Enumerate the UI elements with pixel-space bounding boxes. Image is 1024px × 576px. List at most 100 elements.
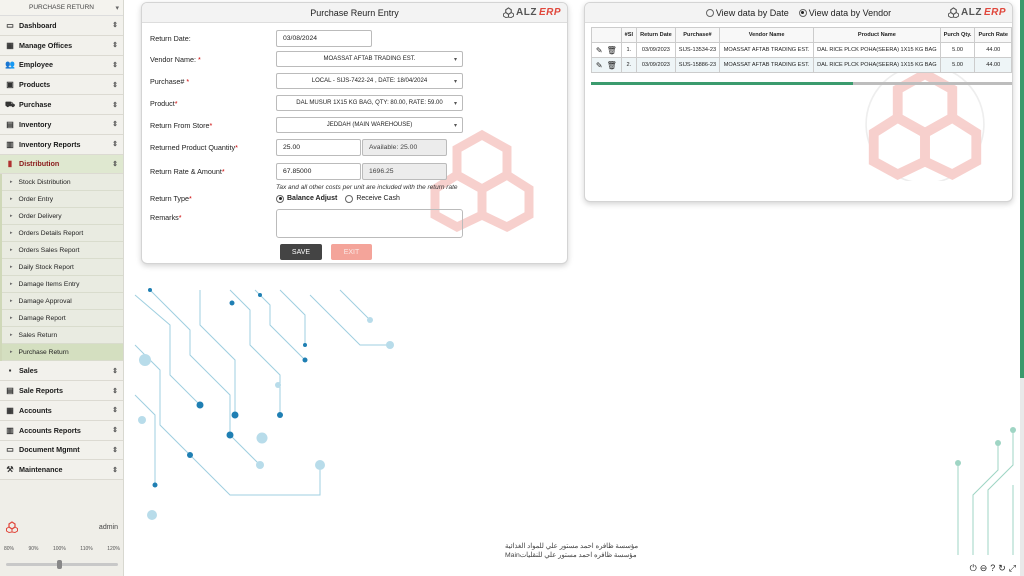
document-icon: ▭: [6, 445, 14, 455]
sidebar-item-inventory[interactable]: ▤ Inventory ⇕: [0, 114, 123, 135]
return-date-input[interactable]: 03/08/2024: [276, 30, 372, 47]
submenu-item-damage-approval[interactable]: ▸ Damage Approval: [2, 293, 123, 311]
table-cell: 5.00: [939, 57, 976, 73]
expand-icon: ⇕: [112, 42, 118, 50]
cart-icon: ▪: [8, 366, 12, 376]
column-header[interactable]: #Sl: [620, 27, 638, 43]
zoom-level-label[interactable]: 120%: [107, 546, 120, 552]
column-header[interactable]: Purch Rate: [974, 27, 1012, 43]
zoom-slider-handle[interactable]: [57, 560, 62, 569]
view-by-vendor-label: View data by Vendor: [808, 7, 892, 18]
view-by-vendor-radio[interactable]: View data by Vendor: [798, 7, 892, 18]
edit-icon[interactable]: ✎: [596, 46, 603, 55]
exit-button[interactable]: EXIT: [331, 244, 372, 260]
vendor-select[interactable]: MOASSAT AFTAB TRADING EST. ▾: [276, 51, 463, 67]
sidebar-item-products[interactable]: ▣ Products ⇕: [0, 75, 123, 96]
store-value: JEDDAH (MAIN WAREHOUSE): [326, 122, 413, 128]
sidebar-item-sales[interactable]: ▪ Sales ⇕: [0, 361, 123, 382]
edit-icon[interactable]: ✎: [596, 61, 603, 70]
trash-icon[interactable]: 🗑: [607, 61, 617, 70]
table-cell: 44.00: [974, 57, 1012, 73]
submenu-item-order-delivery[interactable]: ▸ Order Delivery: [2, 208, 123, 226]
store-select[interactable]: JEDDAH (MAIN WAREHOUSE) ▾: [276, 117, 463, 133]
submenu-item-stock-distribution[interactable]: ▸ Stock Distribution: [2, 174, 123, 192]
sidebar-item-label: Maintenance: [19, 465, 63, 475]
zoom-level-label[interactable]: 100%: [53, 546, 66, 552]
column-header[interactable]: Product Name: [813, 27, 941, 43]
sidebar-item-employee[interactable]: 👥 Employee ⇕: [0, 55, 123, 76]
help-icon[interactable]: ?: [990, 563, 995, 574]
sidebar: PURCHASE RETURN ▾ ▭ Dashboard ⇕ ▦ Manage Off…: [0, 0, 124, 576]
sidebar-item-sale-reports[interactable]: ▤ Sale Reports ⇕: [0, 381, 123, 401]
required-mark: *: [209, 120, 213, 130]
caret-right-icon: ▸: [10, 315, 13, 322]
product-label-text: Product: [150, 98, 175, 108]
submenu-item-daily-stock-report[interactable]: ▸ Daily Stock Report: [2, 259, 123, 277]
minus-circle-icon[interactable]: ⊖: [980, 563, 988, 574]
return-rate-input[interactable]: 67.85000: [276, 163, 361, 180]
sidebar-item-accounts[interactable]: ▦ Accounts ⇕: [0, 400, 123, 421]
column-header[interactable]: Return Date: [636, 27, 676, 43]
vertical-scrollbar[interactable]: [1020, 0, 1024, 576]
required-mark: *: [189, 194, 192, 203]
zoom-level-label[interactable]: 90%: [29, 546, 39, 552]
horizontal-scrollbar[interactable]: [591, 82, 1012, 85]
table-cell: 03/09/2023: [636, 42, 676, 58]
rate-row: Return Rate & Amount* 67.85000 1696.25: [150, 163, 447, 180]
zoom-level-label[interactable]: 80%: [4, 546, 14, 552]
column-header[interactable]: Purch Qty.: [939, 27, 976, 43]
receive-cash-radio[interactable]: Receive Cash: [345, 194, 400, 203]
purchase-label-text: Purchase#: [150, 76, 185, 86]
sidebar-item-maintenance[interactable]: ⚒ Maintenance ⇕: [0, 460, 123, 481]
sidebar-item-accounts-reports[interactable]: ▥ Accounts Reports ⇕: [0, 420, 123, 441]
wrench-icon: ⚒: [6, 465, 14, 475]
column-header[interactable]: Vendor Name: [719, 27, 815, 43]
sidebar-item-purchase[interactable]: ⛟ Purchase ⇕: [0, 95, 123, 115]
scrollbar-thumb[interactable]: [591, 82, 853, 85]
caret-right-icon: ▸: [10, 349, 13, 356]
view-by-date-radio[interactable]: View data by Date: [705, 8, 789, 18]
quantity-input[interactable]: 25.00: [276, 139, 361, 156]
remarks-textarea[interactable]: [276, 209, 463, 238]
column-header[interactable]: Purchase#: [674, 27, 721, 43]
sidebar-item-inventory-reports[interactable]: ▥ Inventory Reports ⇕: [0, 134, 123, 155]
fullscreen-icon[interactable]: ⤢: [1009, 563, 1016, 574]
user-bar: admin: [0, 518, 124, 536]
logo-icon: [947, 7, 959, 18]
submenu-item-purchase-return[interactable]: ▸ Purchase Return: [2, 344, 123, 362]
required-mark: *: [174, 98, 178, 108]
product-value: DAL MUSUR 1X15 KG BAG, QTY: 80.00, RATE:…: [296, 100, 443, 106]
brand-logo: ALZ ERP: [502, 7, 561, 18]
row-actions: ✎ 🗑: [591, 57, 622, 73]
submenu-item-damage-items-entry[interactable]: ▸ Damage Items Entry: [2, 276, 123, 294]
page-selector[interactable]: PURCHASE RETURN ▾: [0, 0, 123, 16]
submenu-item-orders-details-report[interactable]: ▸ Orders Details Report: [2, 225, 123, 243]
product-select[interactable]: DAL MUSUR 1X15 KG BAG, QTY: 80.00, RATE:…: [276, 95, 463, 111]
submenu-item-orders-sales-report[interactable]: ▸ Orders Sales Report: [2, 242, 123, 260]
table-row[interactable]: ✎ 🗑 2. 03/09/2023 SIJS-15886-23 MOASSAT AFTAB…: [591, 57, 1012, 73]
power-icon[interactable]: ⏻: [970, 563, 977, 574]
expand-icon: ⇕: [112, 446, 118, 454]
balance-adjust-radio[interactable]: Balance Adjust: [276, 194, 337, 203]
required-mark: *: [235, 143, 238, 152]
sidebar-item-distribution[interactable]: ▮ Distribution ⇕: [0, 154, 123, 175]
submenu-item-label: Sales Return: [18, 331, 58, 339]
zoom-slider[interactable]: [6, 560, 118, 569]
table-row[interactable]: ✎ 🗑 1. 03/09/2023 SIJS-13534-23 MOASSAT AFTAB…: [591, 42, 1012, 58]
zoom-level-label[interactable]: 110%: [80, 546, 92, 552]
expand-icon: ⇕: [112, 61, 118, 69]
submenu-item-sales-return[interactable]: ▸ Sales Return: [2, 327, 123, 345]
purchase-select[interactable]: LOCAL - SIJS-7422-24 , DATE: 18/04/2024 …: [276, 73, 463, 89]
save-button[interactable]: SAVE: [280, 244, 322, 260]
submenu-item-damage-report[interactable]: ▸ Damage Report: [2, 310, 123, 328]
sidebar-item-manage-offices[interactable]: ▦ Manage Offices ⇕: [0, 35, 123, 56]
vendor-row: Vendor Name: * MOASSAT AFTAB TRADING EST…: [150, 51, 463, 67]
vertical-scrollbar-thumb[interactable]: [1020, 0, 1024, 378]
submenu-item-order-entry[interactable]: ▸ Order Entry: [2, 191, 123, 209]
refresh-icon[interactable]: ↻: [998, 563, 1006, 574]
user-name[interactable]: admin: [99, 524, 118, 531]
sidebar-item-document-mgmnt[interactable]: ▭ Document Mgmnt ⇕: [0, 440, 123, 461]
bar-chart-icon: ▥: [6, 425, 14, 435]
sidebar-item-dashboard[interactable]: ▭ Dashboard ⇕: [0, 16, 123, 36]
trash-icon[interactable]: 🗑: [607, 46, 617, 55]
